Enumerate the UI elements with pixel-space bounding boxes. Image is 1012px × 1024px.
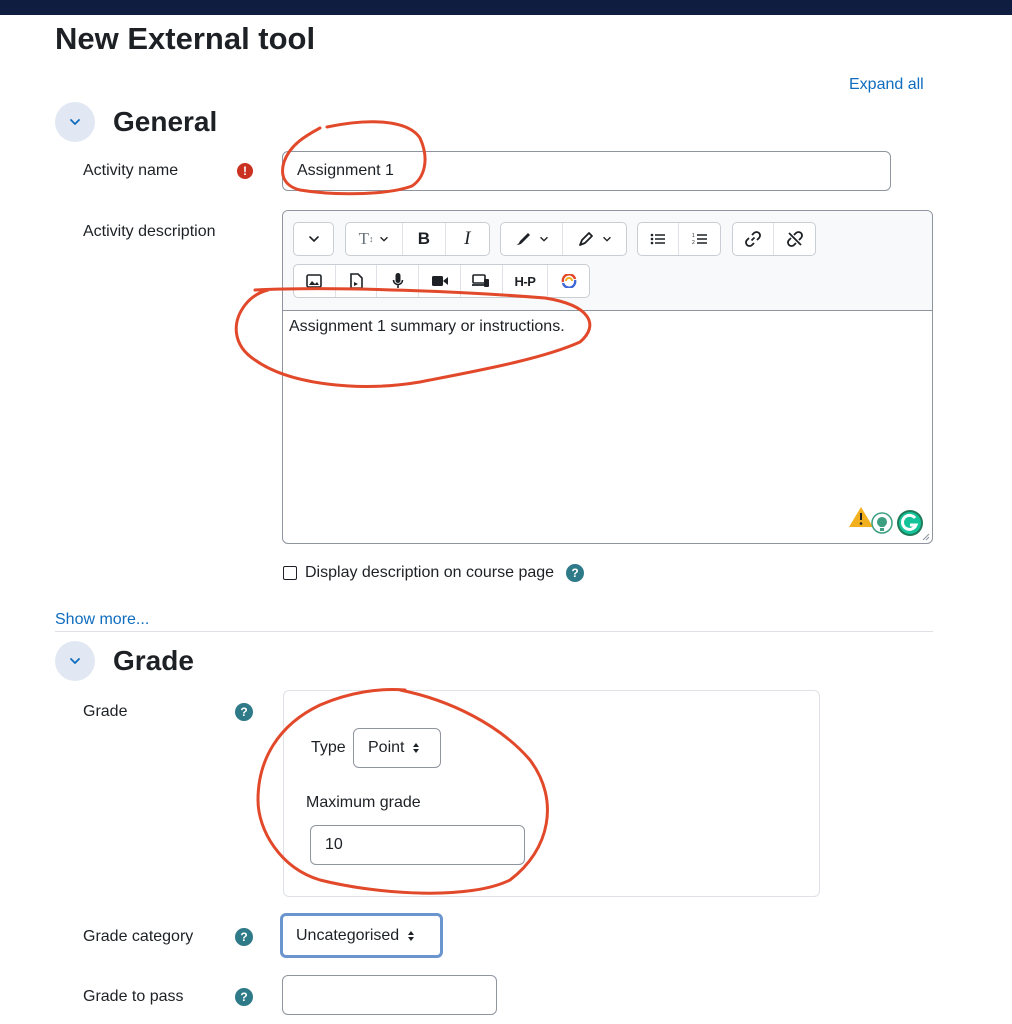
activity-name-input[interactable] (282, 151, 891, 191)
toolbar-group-colors (500, 222, 627, 256)
grade-to-pass-input[interactable] (282, 975, 497, 1015)
activity-name-label: Activity name (83, 162, 179, 179)
collapse-icon[interactable] (294, 223, 333, 255)
resize-handle[interactable] (920, 531, 930, 541)
expand-all-link[interactable]: Expand all (849, 75, 924, 95)
grammarly-icon[interactable] (848, 503, 930, 537)
bold-icon[interactable]: B (403, 223, 446, 255)
grade-section-title: Grade (113, 645, 194, 676)
italic-icon[interactable]: I (446, 223, 489, 255)
grade-category-value: Uncategorised (296, 926, 400, 944)
grade-settings-box: Type Point Maximum grade (283, 690, 820, 897)
text-style-icon[interactable]: T ↕ (346, 223, 404, 255)
select-arrows-icon (408, 930, 415, 941)
editor-toolbar: T ↕ B I 12 H-P (283, 211, 932, 311)
help-icon[interactable]: ? (235, 928, 253, 946)
link-icon[interactable] (733, 223, 775, 255)
general-section-toggle[interactable] (55, 102, 95, 142)
bullet-list-icon[interactable] (638, 223, 680, 255)
toolbar-group-media: H-P (293, 264, 590, 298)
image-icon[interactable] (294, 265, 336, 297)
help-icon[interactable]: ? (566, 564, 585, 582)
top-navbar (0, 0, 1012, 15)
toolbar-group-collapse (293, 222, 334, 256)
text-color-icon[interactable] (501, 223, 564, 255)
maximum-grade-label: Maximum grade (306, 794, 421, 811)
show-more-link[interactable]: Show more... (55, 610, 149, 630)
display-description-label: Display description on course page (305, 564, 555, 581)
grade-type-value: Point (368, 739, 405, 756)
chevron-down-icon (70, 119, 80, 125)
description-editor[interactable]: T ↕ B I 12 H-P Assignment 1 summary or i… (282, 210, 933, 544)
section-divider (55, 631, 933, 632)
page-title: New External tool (55, 21, 316, 56)
editor-content[interactable]: Assignment 1 summary or instructions. (289, 317, 565, 337)
required-icon: ! (237, 163, 253, 179)
numbered-list-icon[interactable]: 12 (679, 223, 720, 255)
maximum-grade-input[interactable] (310, 825, 525, 865)
video-icon[interactable] (419, 265, 461, 297)
display-description-row: Display description on course page ? (283, 564, 585, 582)
grade-category-label: Grade category (83, 928, 194, 945)
toolbar-group-links (732, 222, 816, 256)
grade-category-select[interactable]: Uncategorised (280, 913, 443, 958)
type-label: Type (311, 739, 346, 756)
chevron-down-icon (70, 658, 80, 664)
grade-label: Grade (83, 703, 128, 720)
integration-icon[interactable] (548, 265, 589, 297)
grade-section-toggle[interactable] (55, 641, 95, 681)
activity-description-label: Activity description (83, 223, 216, 240)
help-icon[interactable]: ? (235, 703, 253, 721)
highlight-icon[interactable] (563, 223, 626, 255)
unlink-icon[interactable] (774, 223, 815, 255)
help-icon[interactable]: ? (235, 988, 253, 1006)
screen-record-icon[interactable] (461, 265, 503, 297)
grade-type-select[interactable]: Point (353, 728, 441, 768)
toolbar-group-text: T ↕ B I (345, 222, 490, 256)
media-icon[interactable] (336, 265, 378, 297)
grade-to-pass-label: Grade to pass (83, 988, 184, 1005)
h5p-icon[interactable]: H-P (503, 265, 549, 297)
toolbar-group-lists: 12 (637, 222, 721, 256)
svg-text:2: 2 (692, 240, 695, 246)
display-description-checkbox[interactable] (283, 566, 297, 580)
svg-text:1: 1 (692, 233, 695, 239)
general-section-title: General (113, 106, 218, 137)
audio-icon[interactable] (377, 265, 420, 297)
select-arrows-icon (413, 743, 420, 753)
